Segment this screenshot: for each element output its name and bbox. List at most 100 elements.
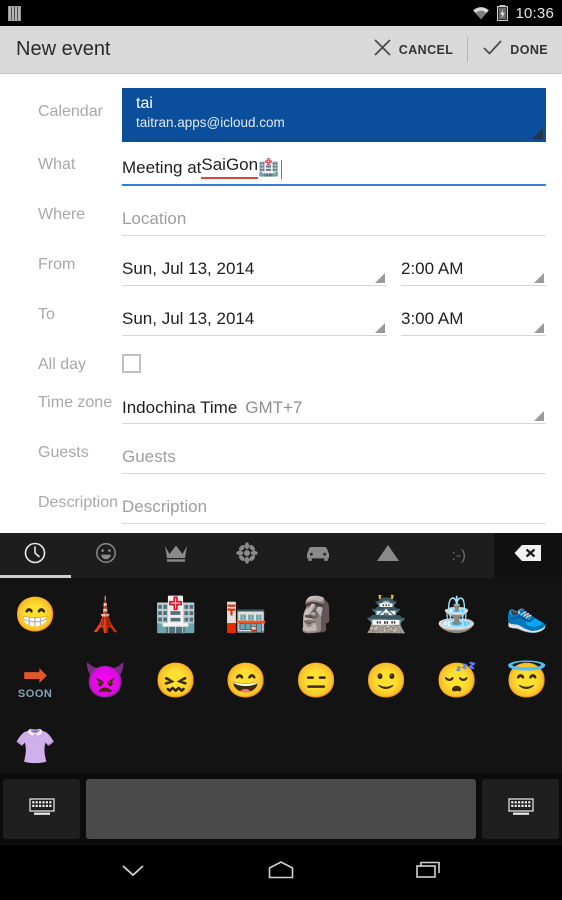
crown-icon (163, 542, 189, 569)
emoji-row: 👚 (0, 714, 562, 780)
time-zone-value: Indochina Time (122, 398, 237, 418)
clock-icon (23, 541, 47, 570)
keyboard-icon (29, 798, 55, 821)
text-caret (281, 160, 282, 179)
what-field-col: Meeting at SaiGon🏥 (122, 148, 546, 186)
travel-tab[interactable] (282, 533, 353, 578)
hide-keyboard-button[interactable] (105, 850, 161, 896)
emoji-category-tabs: :-) (0, 533, 562, 578)
page-title: New event (16, 38, 111, 61)
dropdown-handle-icon (375, 323, 385, 333)
space-key[interactable] (86, 779, 476, 839)
guests-field-col: Guests (122, 436, 546, 474)
womans-clothes-emoji[interactable]: 👚 (0, 714, 70, 780)
slightly-smiling-face-emoji[interactable]: 🙂 (351, 648, 421, 714)
emoji-cell-empty (351, 714, 421, 780)
from-field-col: Sun, Jul 13, 2014 2:00 AM (122, 248, 546, 286)
home-button[interactable] (253, 850, 309, 896)
description-placeholder: Description (122, 496, 207, 518)
status-bar-clock: 10:36 (515, 5, 554, 22)
recents-button[interactable] (401, 850, 457, 896)
what-misspelled-word: SaiGon (201, 154, 258, 179)
expressionless-face-emoji[interactable]: 😑 (281, 648, 351, 714)
backspace-key[interactable] (494, 533, 562, 578)
people-tab[interactable] (71, 533, 142, 578)
form-row-time-zone: Time zone Indochina Time GMT+7 (0, 386, 562, 424)
form-row-description: Description Description (0, 486, 562, 524)
tokyo-tower-emoji[interactable]: 🗼 (70, 582, 140, 648)
from-date-value: Sun, Jul 13, 2014 (122, 258, 254, 280)
to-date-value: Sun, Jul 13, 2014 (122, 308, 254, 330)
soon-arrow-emoji[interactable]: ➡ SOON (0, 648, 70, 714)
calendar-label: Calendar (0, 88, 122, 121)
done-button[interactable]: DONE (468, 26, 562, 73)
fountain-emoji[interactable]: ⛲ (422, 582, 492, 648)
emoji-cell-empty (422, 714, 492, 780)
angry-devil-emoji[interactable]: 👿 (70, 648, 140, 714)
what-label: What (0, 148, 122, 174)
keyboard-bottom-row (0, 774, 562, 844)
moai-emoji[interactable]: 🗿 (281, 582, 351, 648)
form-row-to: To Sun, Jul 13, 2014 3:00 AM (0, 298, 562, 336)
confounded-face-emoji[interactable]: 😖 (141, 648, 211, 714)
emoji-keyboard: :-) 😁 🗼 🏥 🏣 🗿 🏯 ⛲ (0, 533, 562, 845)
to-date-button[interactable]: Sun, Jul 13, 2014 (122, 298, 387, 336)
guests-input[interactable]: Guests (122, 436, 546, 474)
emoticons-tab[interactable]: :-) (423, 533, 494, 578)
switch-keyboard-key-left[interactable] (3, 779, 80, 839)
innocent-angel-emoji[interactable]: 😇 (492, 648, 562, 714)
soon-arrow-label: SOON (18, 689, 52, 700)
cancel-button[interactable]: CANCEL (359, 26, 467, 73)
recent-tab[interactable] (0, 533, 71, 578)
calendar-name: tai (136, 94, 534, 114)
description-input[interactable]: Description (122, 486, 546, 524)
nature-tab[interactable] (212, 533, 283, 578)
to-time-value: 3:00 AM (401, 308, 463, 330)
post-office-emoji[interactable]: 🏣 (211, 582, 281, 648)
emoji-cell-empty (70, 714, 140, 780)
sleeping-face-emoji[interactable]: 😴 (422, 648, 492, 714)
mountain-icon (375, 543, 401, 568)
status-bar-right: 10:36 (472, 5, 554, 22)
hospital-emoji[interactable]: 🏥 (141, 582, 211, 648)
sim-card-icon (8, 6, 21, 21)
all-day-checkbox[interactable] (122, 354, 141, 373)
athletic-shoe-emoji[interactable]: 👟 (492, 582, 562, 648)
checkmark-icon (482, 38, 503, 62)
form-row-where: Where Location (0, 198, 562, 236)
smiling-open-mouth-emoji[interactable]: 😄 (211, 648, 281, 714)
places-tab[interactable] (353, 533, 424, 578)
description-field-col: Description (122, 486, 546, 524)
backspace-icon (513, 543, 543, 568)
dropdown-handle-icon (534, 411, 544, 421)
grinning-face-emoji[interactable]: 😁 (0, 582, 70, 648)
objects-tab[interactable] (141, 533, 212, 578)
emoji-row: ➡ SOON 👿 😖 😄 😑 🙂 😴 😇 (0, 648, 562, 714)
what-input[interactable]: Meeting at SaiGon🏥 (122, 148, 546, 186)
emoji-grid: 😁 🗼 🏥 🏣 🗿 🏯 ⛲ 👟 ➡ SOON 👿 😖 😄 😑 🙂 (0, 578, 562, 774)
to-label: To (0, 298, 122, 324)
time-zone-button[interactable]: Indochina Time GMT+7 (122, 386, 546, 424)
where-input[interactable]: Location (122, 198, 546, 236)
cancel-button-label: CANCEL (399, 43, 453, 57)
from-time-button[interactable]: 2:00 AM (401, 248, 546, 286)
dropdown-handle-icon (534, 323, 544, 333)
guests-placeholder: Guests (122, 446, 176, 468)
keyboard-icon (508, 798, 534, 821)
where-field-col: Location (122, 198, 546, 236)
from-date-button[interactable]: Sun, Jul 13, 2014 (122, 248, 387, 286)
where-placeholder: Location (122, 208, 186, 230)
smiley-icon (94, 541, 118, 570)
calendar-selector[interactable]: tai taitran.apps@icloud.com (122, 88, 546, 142)
what-trailing-emoji: 🏥 (258, 157, 279, 179)
action-bar-buttons: CANCEL DONE (359, 26, 562, 73)
to-time-button[interactable]: 3:00 AM (401, 298, 546, 336)
switch-keyboard-key-right[interactable] (482, 779, 559, 839)
home-icon (264, 858, 298, 887)
emoji-cell-empty (281, 714, 351, 780)
form-row-calendar: Calendar tai taitran.apps@icloud.com (0, 88, 562, 142)
time-zone-field-col: Indochina Time GMT+7 (122, 386, 546, 424)
car-icon (304, 543, 332, 568)
japanese-castle-emoji[interactable]: 🏯 (351, 582, 421, 648)
from-time-value: 2:00 AM (401, 258, 463, 280)
